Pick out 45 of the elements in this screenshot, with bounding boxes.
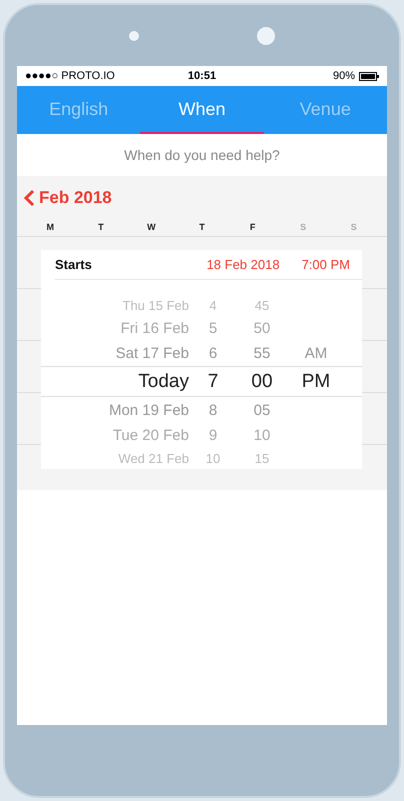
- battery-level: 90%: [332, 70, 355, 82]
- back-icon[interactable]: [23, 189, 35, 207]
- starts-label: Starts: [55, 257, 93, 272]
- hour-option[interactable]: 7: [189, 370, 237, 392]
- hour-option[interactable]: 10: [189, 450, 237, 466]
- weekday-label: T: [97, 222, 105, 232]
- camera-icon: [129, 30, 139, 40]
- hour-option[interactable]: 9: [189, 426, 237, 444]
- tab[interactable]: When: [140, 86, 264, 134]
- tab[interactable]: Venue: [264, 86, 387, 134]
- selected-date: 18 Feb 2018: [206, 257, 280, 272]
- clock-label: 10:51: [188, 70, 216, 82]
- date-option[interactable]: Tue 20 Feb: [41, 426, 189, 444]
- hour-option[interactable]: 6: [189, 344, 237, 362]
- weekday-label: S: [350, 222, 358, 232]
- minute-option[interactable]: 00: [237, 370, 287, 392]
- weekday-label: W: [146, 222, 157, 232]
- minute-option[interactable]: 15: [237, 450, 287, 466]
- hour-option[interactable]: 8: [189, 402, 237, 418]
- weekday-label: S: [299, 222, 308, 232]
- weekday-label: F: [248, 222, 256, 232]
- date-option[interactable]: Fri 16 Feb: [41, 320, 189, 336]
- weekday-label: M: [46, 222, 56, 232]
- hour-option[interactable]: 4: [189, 298, 237, 312]
- sensor-icon: [257, 26, 275, 44]
- period-option[interactable]: PM: [287, 370, 345, 392]
- minute-option[interactable]: 10: [237, 426, 287, 444]
- date-option[interactable]: Mon 19 Feb: [41, 402, 189, 418]
- period-option[interactable]: AM: [287, 344, 345, 362]
- tab[interactable]: English: [17, 86, 140, 134]
- date-option[interactable]: Thu 15 Feb: [41, 298, 189, 312]
- minute-option[interactable]: 50: [237, 320, 287, 336]
- weekday-label: T: [198, 222, 206, 232]
- carrier-label: ●●●●○ PROTO.IO: [25, 70, 115, 82]
- minute-option[interactable]: 05: [237, 402, 287, 418]
- hour-option[interactable]: 5: [189, 320, 237, 336]
- minute-option[interactable]: 55: [237, 344, 287, 362]
- minute-option[interactable]: 45: [237, 298, 287, 312]
- date-option[interactable]: Wed 21 Feb: [41, 450, 189, 466]
- date-option[interactable]: Today: [41, 370, 189, 392]
- selected-time: 7:00 PM: [302, 257, 350, 272]
- month-title: Feb 2018: [39, 188, 112, 208]
- prompt-text: When do you need help?: [123, 146, 281, 165]
- date-option[interactable]: Sat 17 Feb: [41, 344, 189, 362]
- battery-icon: [359, 72, 379, 80]
